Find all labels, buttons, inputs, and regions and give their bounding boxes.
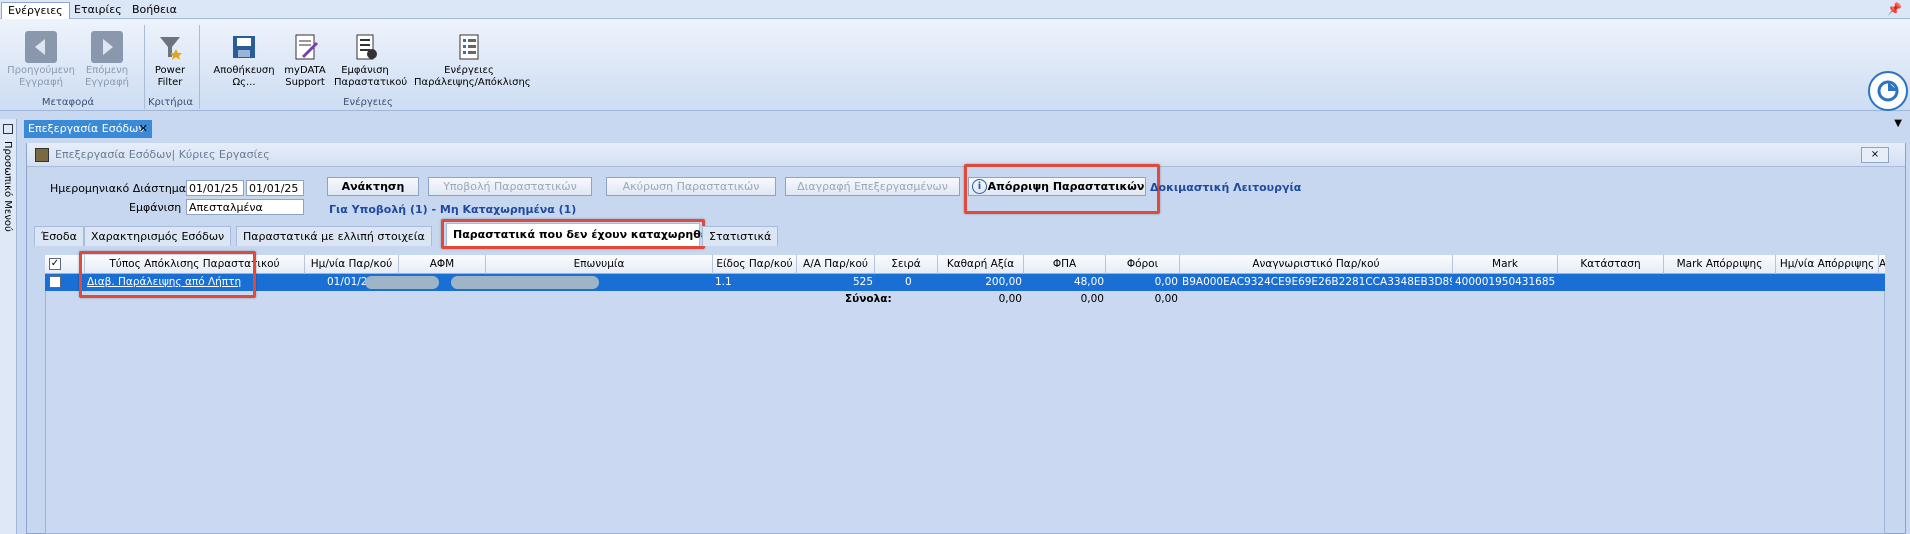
highlight-unregistered-tab [441,219,705,249]
save-as-label: Αποθήκευση Ως... [213,65,275,88]
row-doc-kind: 1.1 [715,276,732,288]
arrow-left-icon [25,31,57,63]
window-close-button[interactable]: ⨯ [1861,147,1889,163]
submit-documents-button[interactable]: Υποβολή Παραστατικών [428,177,592,196]
menu-tab-actions[interactable]: Ενέργειες [1,2,70,19]
select-all-checkbox[interactable]: ✓ [49,258,61,270]
col-doc-uid[interactable]: Αναγνωριστικό Παρ/κού [1180,255,1453,274]
col-automatic[interactable]: Αυτοματ [1879,255,1885,274]
totals-taxes: 0,00 [1154,293,1178,305]
chevron-down-icon[interactable]: ▼ [1894,118,1902,129]
table-row[interactable]: Διαβ. Παράλειψης από Λήπτη 01/01/25 1 Ε … [45,274,1885,291]
pin-icon[interactable]: 📌 [1887,2,1902,16]
document-tab[interactable]: Επεξεργασία Εσόδων ✕ [24,120,152,138]
row-doc-uid: B9A000EAC9324CE9E69E26B2281CCA3348EB3D89 [1182,276,1452,288]
menu-bar: Ενέργειες Εταιρίες Βοήθεια 📌 [0,0,1910,19]
menu-tab-help[interactable]: Βοήθεια [126,2,183,19]
panel-toggle-icon[interactable] [3,124,13,134]
status-counts-link[interactable]: Για Υποβολή (1) - Μη Καταχωρημένα (1) [329,203,576,216]
totals-net: 0,00 [998,293,1022,305]
show-document-label: Εμφάνιση Παραστατικού [334,65,408,88]
test-mode-link[interactable]: Δοκιμαστική Λειτουργία [1150,181,1301,194]
personal-menu-label: Προσωπικό Μενού [2,141,13,232]
group-label-criteria: Κριτήρια [148,97,193,108]
col-status[interactable]: Κατάσταση [1558,255,1664,274]
totals-vat: 0,00 [1080,293,1104,305]
app-logo-icon [1868,71,1908,111]
list-actions-icon [453,31,485,63]
row-taxes: 0,00 [1154,276,1178,288]
col-doc-date[interactable]: Ημ/νία Παρ/κού [305,255,399,274]
col-afm[interactable]: ΑΦΜ [399,255,486,274]
save-icon [228,31,260,63]
personal-menu-panel[interactable]: Προσωπικό Μενού [0,119,17,534]
arrow-right-icon [91,31,123,63]
tab-incomplete-documents[interactable]: Παραστατικά με ελλιπή στοιχεία [236,226,432,246]
col-mark[interactable]: Mark [1453,255,1558,274]
tab-statistics[interactable]: Στατιστικά [702,226,779,246]
next-record-label: Επόμενη Εγγραφή [84,65,130,88]
date-from-field[interactable] [186,180,244,196]
row-checkbox[interactable] [49,276,61,288]
cancel-documents-button[interactable]: Ακύρωση Παραστατικών [606,177,776,196]
highlight-reject-button [964,164,1160,214]
col-reject-date[interactable]: Ημ/νία Απόρριψης [1776,255,1879,274]
show-document-button[interactable]: Εμφάνιση Παραστατικού [334,31,407,89]
redacted-name [451,276,599,289]
col-doc-number[interactable]: Α/Α Παρ/κού [797,255,875,274]
power-filter-label: Power Filter [154,65,186,88]
omission-actions-label: Ενέργειες Παράλειψης/Απόκλισης [414,65,531,88]
col-vat[interactable]: ΦΠΑ [1024,255,1106,274]
row-series: 0 [905,276,912,288]
date-range-label: Ημερομηνιακό Διάστημα [50,182,187,195]
next-record-button[interactable]: Επόμενη Εγγραφή [82,31,132,89]
col-series[interactable]: Σειρά [875,255,938,274]
group-label-actions: Ενέργειες [343,97,393,108]
omission-actions-button[interactable]: Ενέργειες Παράλειψης/Απόκλισης [414,31,531,89]
save-as-button[interactable]: Αποθήκευση Ως... [213,31,275,89]
close-icon[interactable]: ✕ [139,120,148,138]
col-name[interactable]: Επωνυμία [486,255,713,274]
delete-processed-button[interactable]: Διαγραφή Επεξεργασμένων [785,177,960,196]
mydata-support-button[interactable]: myDATA Support [282,31,328,89]
document-tab-label: Επεξεργασία Εσόδων [28,122,145,135]
window-title: Επεξεργασία Εσόδων| Κύριες Εργασίες [55,148,270,161]
row-net-value: 200,00 [985,276,1022,288]
previous-record-label: Προηγούμενη Εγγραφή [7,65,75,88]
tab-income[interactable]: Έσοδα [34,226,84,246]
row-doc-number: 525 [852,276,873,288]
power-filter-button[interactable]: Power Filter [148,31,192,89]
document-edit-icon [289,31,321,63]
ribbon-separator [199,25,200,109]
menu-tab-companies[interactable]: Εταιρίες [68,2,128,19]
document-tab-strip [0,112,1910,136]
mydata-support-label: myDATA Support [284,65,326,88]
group-label-transfer: Μεταφορά [41,97,95,108]
show-label: Εμφάνιση [129,201,182,214]
redacted-afm [365,276,439,289]
col-doc-kind[interactable]: Είδος Παρ/κού [713,255,797,274]
tab-income-characterization[interactable]: Χαρακτηρισμός Εσόδων [84,226,232,246]
show-select[interactable] [186,199,304,215]
totals-label: Σύνολα: [845,293,892,305]
grid-header: ✓ Τύπος Απόκλισης Παραστατικού Ημ/νία Πα… [45,255,1885,274]
date-to-field[interactable] [246,180,304,196]
filter-icon [154,31,186,63]
row-mark: 400001950431685 [1455,276,1556,288]
ribbon-separator [144,25,145,109]
totals-row: Σύνολα: 0,00 0,00 0,00 [45,291,1885,309]
col-taxes[interactable]: Φόροι [1106,255,1180,274]
previous-record-button[interactable]: Προηγούμενη Εγγραφή [4,31,78,89]
col-net-value[interactable]: Καθαρή Αξία [938,255,1024,274]
document-view-icon [349,31,381,63]
window-app-icon [35,148,49,162]
row-vat: 48,00 [1073,276,1104,288]
ribbon: Προηγούμενη Εγγραφή Επόμενη Εγγραφή Μετα… [0,19,1910,111]
col-reject-mark[interactable]: Mark Απόρριψης [1664,255,1776,274]
retrieve-button[interactable]: Ανάκτηση [327,177,419,196]
